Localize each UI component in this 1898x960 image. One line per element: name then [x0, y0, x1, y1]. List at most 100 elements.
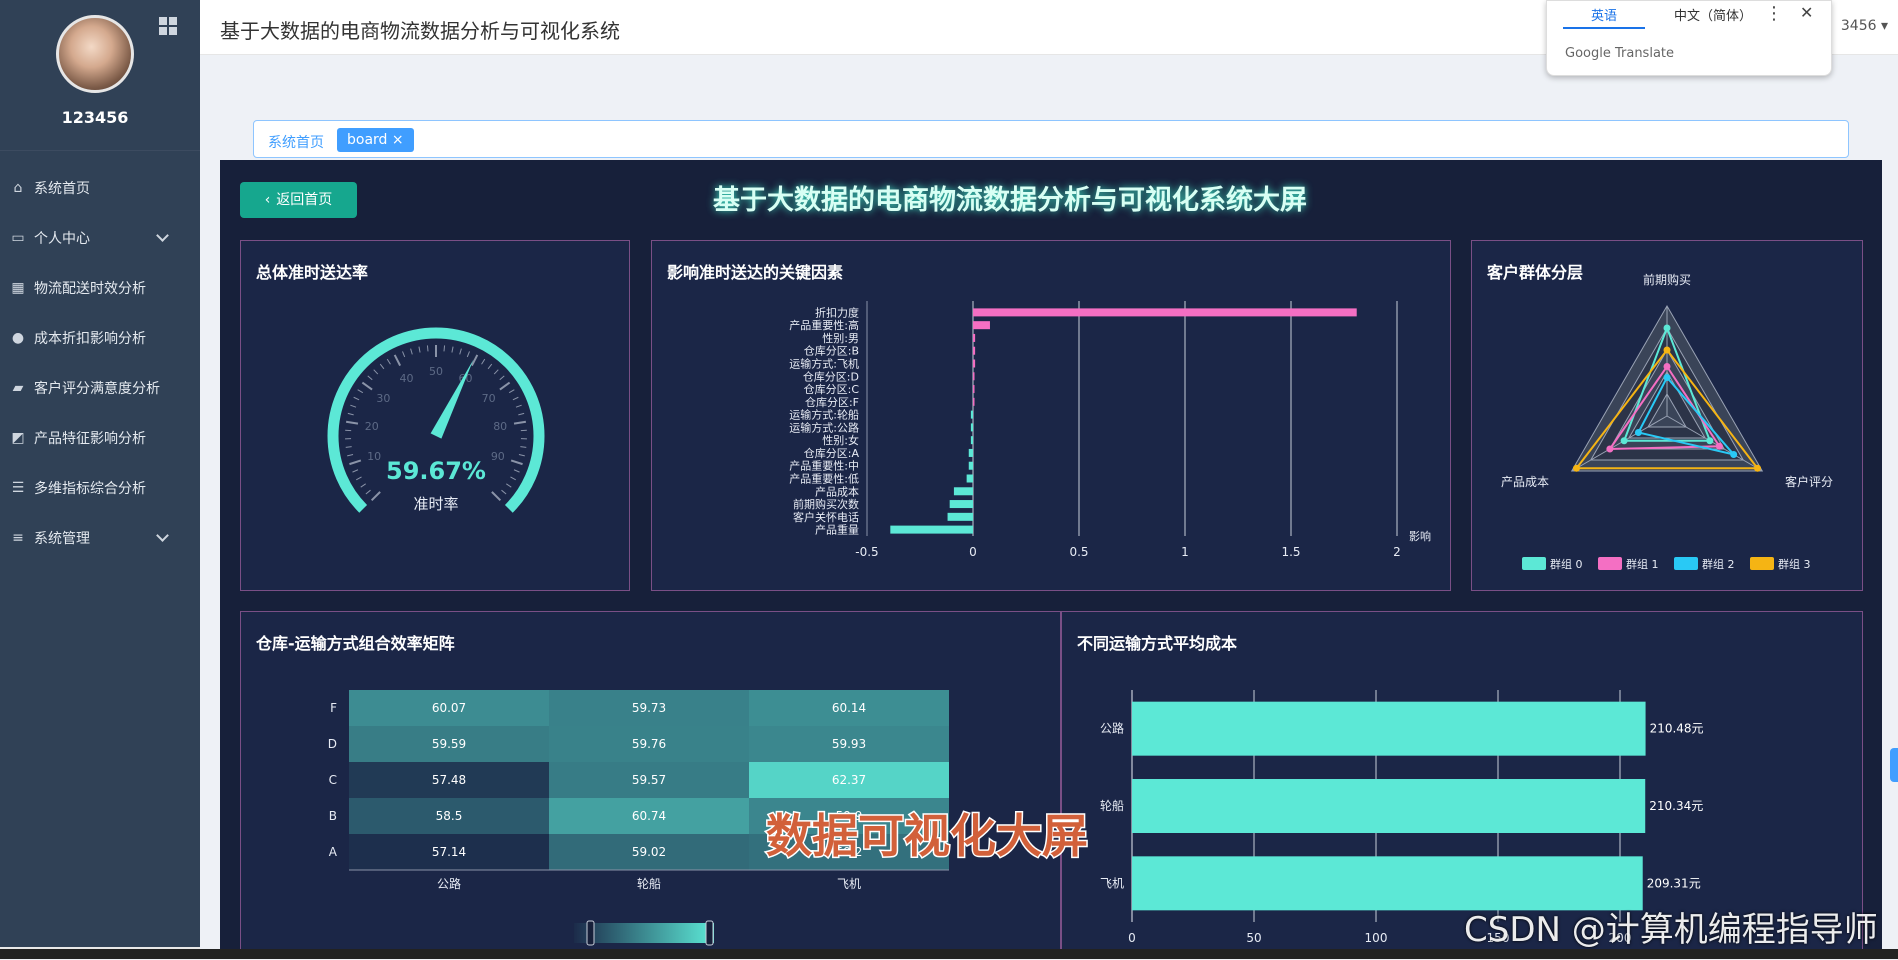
visual-map-bar: [574, 923, 714, 943]
gauge-tick: [506, 484, 511, 487]
gauge-tick: [501, 490, 506, 494]
panel-customer-segments: 客户群体分层 前期购买客户评分产品成本群组 0群组 1群组 2群组 3: [1471, 240, 1863, 591]
x-tick-label: 100: [1365, 931, 1388, 945]
heatmap-cell-value: 60.07: [432, 701, 466, 715]
y-category-label: 产品重要性:中: [789, 459, 859, 473]
gauge-tick: [494, 370, 498, 374]
x-tick-label: 0: [969, 545, 977, 559]
x-tick-label: 2: [1393, 545, 1401, 559]
divider: [0, 150, 200, 151]
sidebar-item-5[interactable]: ◩产品特征影响分析: [0, 418, 200, 458]
radar-point: [1664, 374, 1671, 381]
user-icon: ●: [11, 331, 25, 345]
translate-tab-chinese[interactable]: 中文（简体）: [1653, 5, 1773, 29]
gauge-tick: [460, 349, 462, 355]
sidebar-item-7[interactable]: ≡系统管理: [0, 518, 200, 558]
gauge-tick: [452, 347, 453, 353]
gauge-tick: [361, 484, 366, 487]
csdn-watermark: CSDN @计算机编程指导师: [1464, 902, 1878, 951]
legend-swatch: [1522, 557, 1546, 570]
y-category-label: 仓库分区:A: [804, 446, 860, 460]
heatmap-y-label: C: [329, 773, 337, 787]
gauge-tick-label: 20: [365, 420, 379, 433]
heatmap-y-label: F: [330, 701, 337, 715]
cost-bar: [1132, 702, 1646, 756]
sidebar-item-label: 客户评分满意度分析: [34, 378, 160, 398]
bottom-bar: [0, 949, 1898, 959]
factor-bar: [890, 526, 973, 534]
translate-popup: 英语 中文（简体） ⋮ ✕ Google Translate: [1546, 0, 1832, 76]
avatar[interactable]: [56, 15, 134, 93]
gauge-tick: [500, 383, 510, 390]
cost-bar-label: 210.48元: [1650, 722, 1704, 736]
chevron-down-icon[interactable]: [156, 229, 169, 242]
breadcrumb-home[interactable]: 系统首页: [268, 132, 324, 152]
gauge-tick: [356, 477, 361, 480]
gauge-tick-label: 10: [367, 450, 381, 463]
factor-bar: [973, 347, 975, 355]
gauge-tick: [358, 390, 363, 393]
y-category-label: 仓库分区:C: [804, 382, 860, 396]
grid-toggle-icon[interactable]: [159, 17, 177, 35]
gauge-tick-label: 90: [491, 450, 505, 463]
heatmap-x-label: 飞机: [837, 877, 861, 891]
gauge-tick: [387, 359, 390, 364]
gauge-tick: [349, 460, 360, 464]
gauge-tick: [419, 347, 420, 353]
heatmap-cell-value: 62.37: [832, 773, 866, 787]
sidebar-item-3[interactable]: ● 成本折扣影响分析: [0, 318, 200, 358]
y-category-label: 仓库分区:D: [803, 369, 859, 383]
more-options-icon[interactable]: ⋮: [1765, 3, 1783, 24]
gauge-tick: [395, 355, 400, 366]
sidebar-item-1[interactable]: ▭个人中心: [0, 218, 200, 258]
factor-bar: [969, 462, 973, 470]
sidebar-item-0[interactable]: ⌂系统首页: [0, 168, 200, 208]
heatmap-cell-value: 59.59: [432, 737, 466, 751]
heatmap-cell-value: 59.73: [632, 701, 666, 715]
sidebar-item-4[interactable]: ▰客户评分满意度分析: [0, 368, 200, 408]
sidebar-item-label: 系统首页: [34, 178, 90, 198]
user-menu[interactable]: 3456 ▾: [1841, 18, 1888, 34]
gauge-tick: [346, 447, 352, 448]
panel-efficiency-matrix: 仓库-运输方式组合效率矩阵 F60.0759.7360.14D59.5959.7…: [240, 611, 1061, 959]
gauge-tick: [444, 345, 445, 351]
close-icon[interactable]: ✕: [1800, 3, 1813, 22]
radar-point: [1635, 429, 1642, 436]
breadcrumb: 系统首页 board ×: [253, 120, 1849, 158]
gauge-tick: [366, 490, 371, 494]
cost-bar-label: 209.31元: [1647, 876, 1701, 890]
legend-entry: 群组 1: [1626, 557, 1659, 571]
radar-point: [1606, 446, 1613, 453]
heatmap-cell-value: 60.74: [632, 809, 666, 823]
factor-bar: [973, 308, 1357, 316]
heatmap-cell-value: 59.57: [632, 773, 666, 787]
gauge-tick: [511, 460, 522, 464]
heatmap-y-label: B: [329, 809, 337, 823]
legend-entry: 群组 3: [1778, 557, 1811, 571]
sidebar-item-label: 成本折扣影响分析: [34, 328, 146, 348]
factor-bar: [973, 398, 975, 406]
radar-point: [1664, 325, 1671, 332]
sidebar: 123456 ⌂系统首页▭个人中心▦物流配送时效分析●成本折扣影响分析▰客户评分…: [0, 0, 200, 959]
gauge-tick: [520, 447, 526, 448]
radar-point: [1621, 437, 1628, 444]
back-home-button[interactable]: ‹返回首页: [240, 182, 357, 218]
gauge-tick: [514, 470, 520, 472]
breadcrumb-tab-board[interactable]: board ×: [337, 128, 414, 152]
gauge-tick: [346, 422, 358, 424]
page-scrollbar-thumb[interactable]: [1890, 748, 1898, 782]
heatmap-cell-value: 59.93: [832, 737, 866, 751]
factor-bar: [973, 385, 975, 393]
sidebar-item-2[interactable]: ▦物流配送时效分析: [0, 268, 200, 308]
sidebar-item-label: 产品特征影响分析: [34, 428, 146, 448]
gauge-tick: [518, 413, 524, 414]
chevron-down-icon[interactable]: [156, 529, 169, 542]
heatmap-cell-value: 57.14: [432, 845, 466, 859]
gauge-tick: [467, 351, 469, 357]
y-category-label: 客户关怀电话: [793, 510, 859, 524]
board-title: 基于大数据的电商物流数据分析与可视化系统大屏: [660, 178, 1360, 217]
gauge-label: 准时率: [413, 495, 458, 513]
sidebar-item-6[interactable]: ☰多维指标综合分析: [0, 468, 200, 508]
translate-tab-english[interactable]: 英语: [1563, 5, 1645, 29]
radar-chart: 前期购买客户评分产品成本群组 0群组 1群组 2群组 3: [1472, 241, 1864, 592]
